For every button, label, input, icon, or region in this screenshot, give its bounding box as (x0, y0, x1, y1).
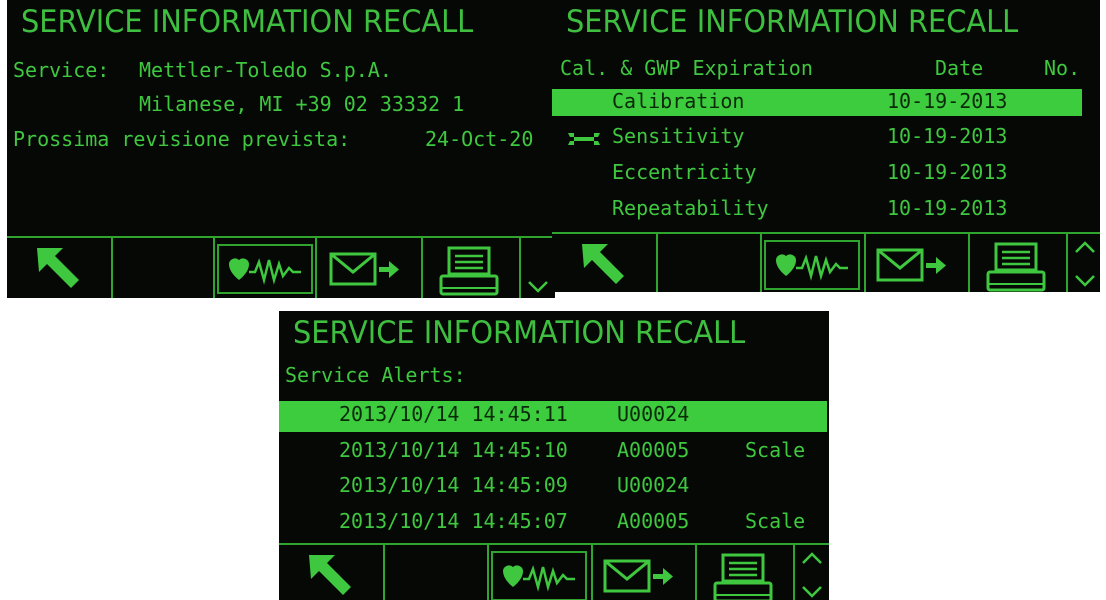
send-mail-icon (876, 248, 946, 282)
list-item-eccentricity[interactable]: Eccentricity 10-19-2013 (552, 160, 1100, 190)
list-item-label: Sensitivity (612, 124, 745, 148)
separator (760, 234, 762, 292)
separator (315, 238, 317, 298)
print-button[interactable] (431, 244, 511, 296)
list-item-repeatability[interactable]: Repeatability 10-19-2013 (552, 196, 1100, 226)
screen-service-info: SERVICE INFORMATION RECALL Service: Mett… (7, 0, 555, 298)
next-revision-date: 24-Oct-20 (425, 127, 534, 151)
printer-icon (713, 553, 773, 600)
alert-datetime: 2013/10/14 14:45:11 (339, 402, 568, 426)
exit-arrow-icon (37, 248, 79, 288)
chevron-down-icon (528, 281, 548, 293)
page-title: SERVICE INFORMATION RECALL (293, 315, 746, 351)
softkey-bar (7, 236, 555, 298)
list-item-date: 10-19-2013 (887, 160, 1008, 184)
exit-arrow-icon (582, 244, 624, 284)
separator (864, 234, 866, 292)
health-check-button[interactable] (491, 551, 587, 600)
health-check-button[interactable] (764, 240, 860, 290)
service-company: Mettler-Toledo S.p.A. (139, 58, 392, 82)
alert-row[interactable]: 2013/10/14 14:45:07 A00005 Scale (279, 509, 829, 539)
health-check-button[interactable] (217, 244, 313, 294)
alert-code: A00005 (617, 438, 690, 462)
alert-row[interactable]: 2013/10/14 14:45:11 U00024 (279, 402, 829, 432)
printer-icon (439, 246, 499, 296)
separator (421, 238, 423, 298)
heart-pulse-icon (503, 565, 575, 592)
print-button[interactable] (978, 240, 1058, 292)
separator (1066, 234, 1068, 292)
alert-code: U00024 (617, 402, 690, 426)
scroll-down-button[interactable] (523, 238, 553, 298)
scroll-buttons[interactable] (797, 545, 827, 600)
list-item-date: 10-19-2013 (887, 196, 1008, 220)
send-mail-icon (329, 252, 399, 286)
exit-button[interactable] (27, 244, 99, 294)
column-header-expiration: Cal. & GWP Expiration (560, 56, 813, 80)
alert-datetime: 2013/10/14 14:45:07 (339, 509, 568, 533)
separator (695, 545, 697, 600)
service-address: Milanese, MI +39 02 33332 1 (139, 92, 465, 116)
alert-datetime: 2013/10/14 14:45:09 (339, 473, 568, 497)
alert-code: U00024 (617, 473, 690, 497)
separator (519, 238, 521, 298)
exit-button[interactable] (572, 240, 644, 290)
list-item-date: 10-19-2013 (887, 124, 1008, 148)
separator (793, 545, 795, 600)
list-item-sensitivity[interactable]: Sensitivity 10-19-2013 (552, 124, 1100, 154)
service-label: Service: (13, 58, 110, 82)
alert-row[interactable]: 2013/10/14 14:45:09 U00024 (279, 473, 829, 503)
heart-pulse-icon (229, 258, 301, 285)
alert-code: A00005 (617, 509, 690, 533)
column-header-no: No. (1044, 56, 1081, 80)
scroll-arrows-icon (802, 552, 822, 598)
page-title: SERVICE INFORMATION RECALL (21, 4, 474, 40)
list-item-calibration[interactable]: Calibration 10-19-2013 (552, 89, 1100, 119)
list-item-date: 10-19-2013 (887, 89, 1008, 113)
column-header-date: Date (935, 56, 984, 80)
screen-service-alerts: SERVICE INFORMATION RECALL Service Alert… (279, 311, 829, 600)
alert-target: Scale (745, 509, 806, 533)
separator (383, 545, 385, 600)
separator (656, 234, 658, 292)
softkey-bar (279, 543, 829, 600)
alert-datetime: 2013/10/14 14:45:10 (339, 438, 568, 462)
wrench-icon (568, 133, 600, 145)
alert-row[interactable]: 2013/10/14 14:45:10 A00005 Scale (279, 438, 829, 468)
softkey-bar (552, 232, 1100, 292)
separator (213, 238, 215, 298)
heart-pulse-icon (776, 254, 848, 281)
separator (487, 545, 489, 600)
list-item-label: Eccentricity (612, 160, 757, 184)
list-item-label: Calibration (612, 89, 745, 113)
separator (111, 238, 113, 298)
print-button[interactable] (705, 551, 785, 600)
export-button[interactable] (325, 244, 417, 294)
printer-icon (986, 242, 1046, 292)
section-title: Service Alerts: (285, 363, 466, 387)
exit-button[interactable] (299, 551, 371, 600)
scroll-arrows-icon (1075, 241, 1095, 287)
separator (968, 234, 970, 292)
export-button[interactable] (599, 551, 691, 600)
page-title: SERVICE INFORMATION RECALL (566, 4, 1019, 40)
send-mail-icon (603, 559, 673, 593)
export-button[interactable] (872, 240, 964, 290)
alert-target: Scale (745, 438, 806, 462)
list-item-label: Repeatability (612, 196, 769, 220)
screen-calibration-expiration: SERVICE INFORMATION RECALL Cal. & GWP Ex… (552, 0, 1100, 292)
scroll-buttons[interactable] (1070, 234, 1100, 292)
next-revision-label: Prossima revisione prevista: (13, 127, 351, 151)
separator (591, 545, 593, 600)
exit-arrow-icon (309, 555, 351, 595)
